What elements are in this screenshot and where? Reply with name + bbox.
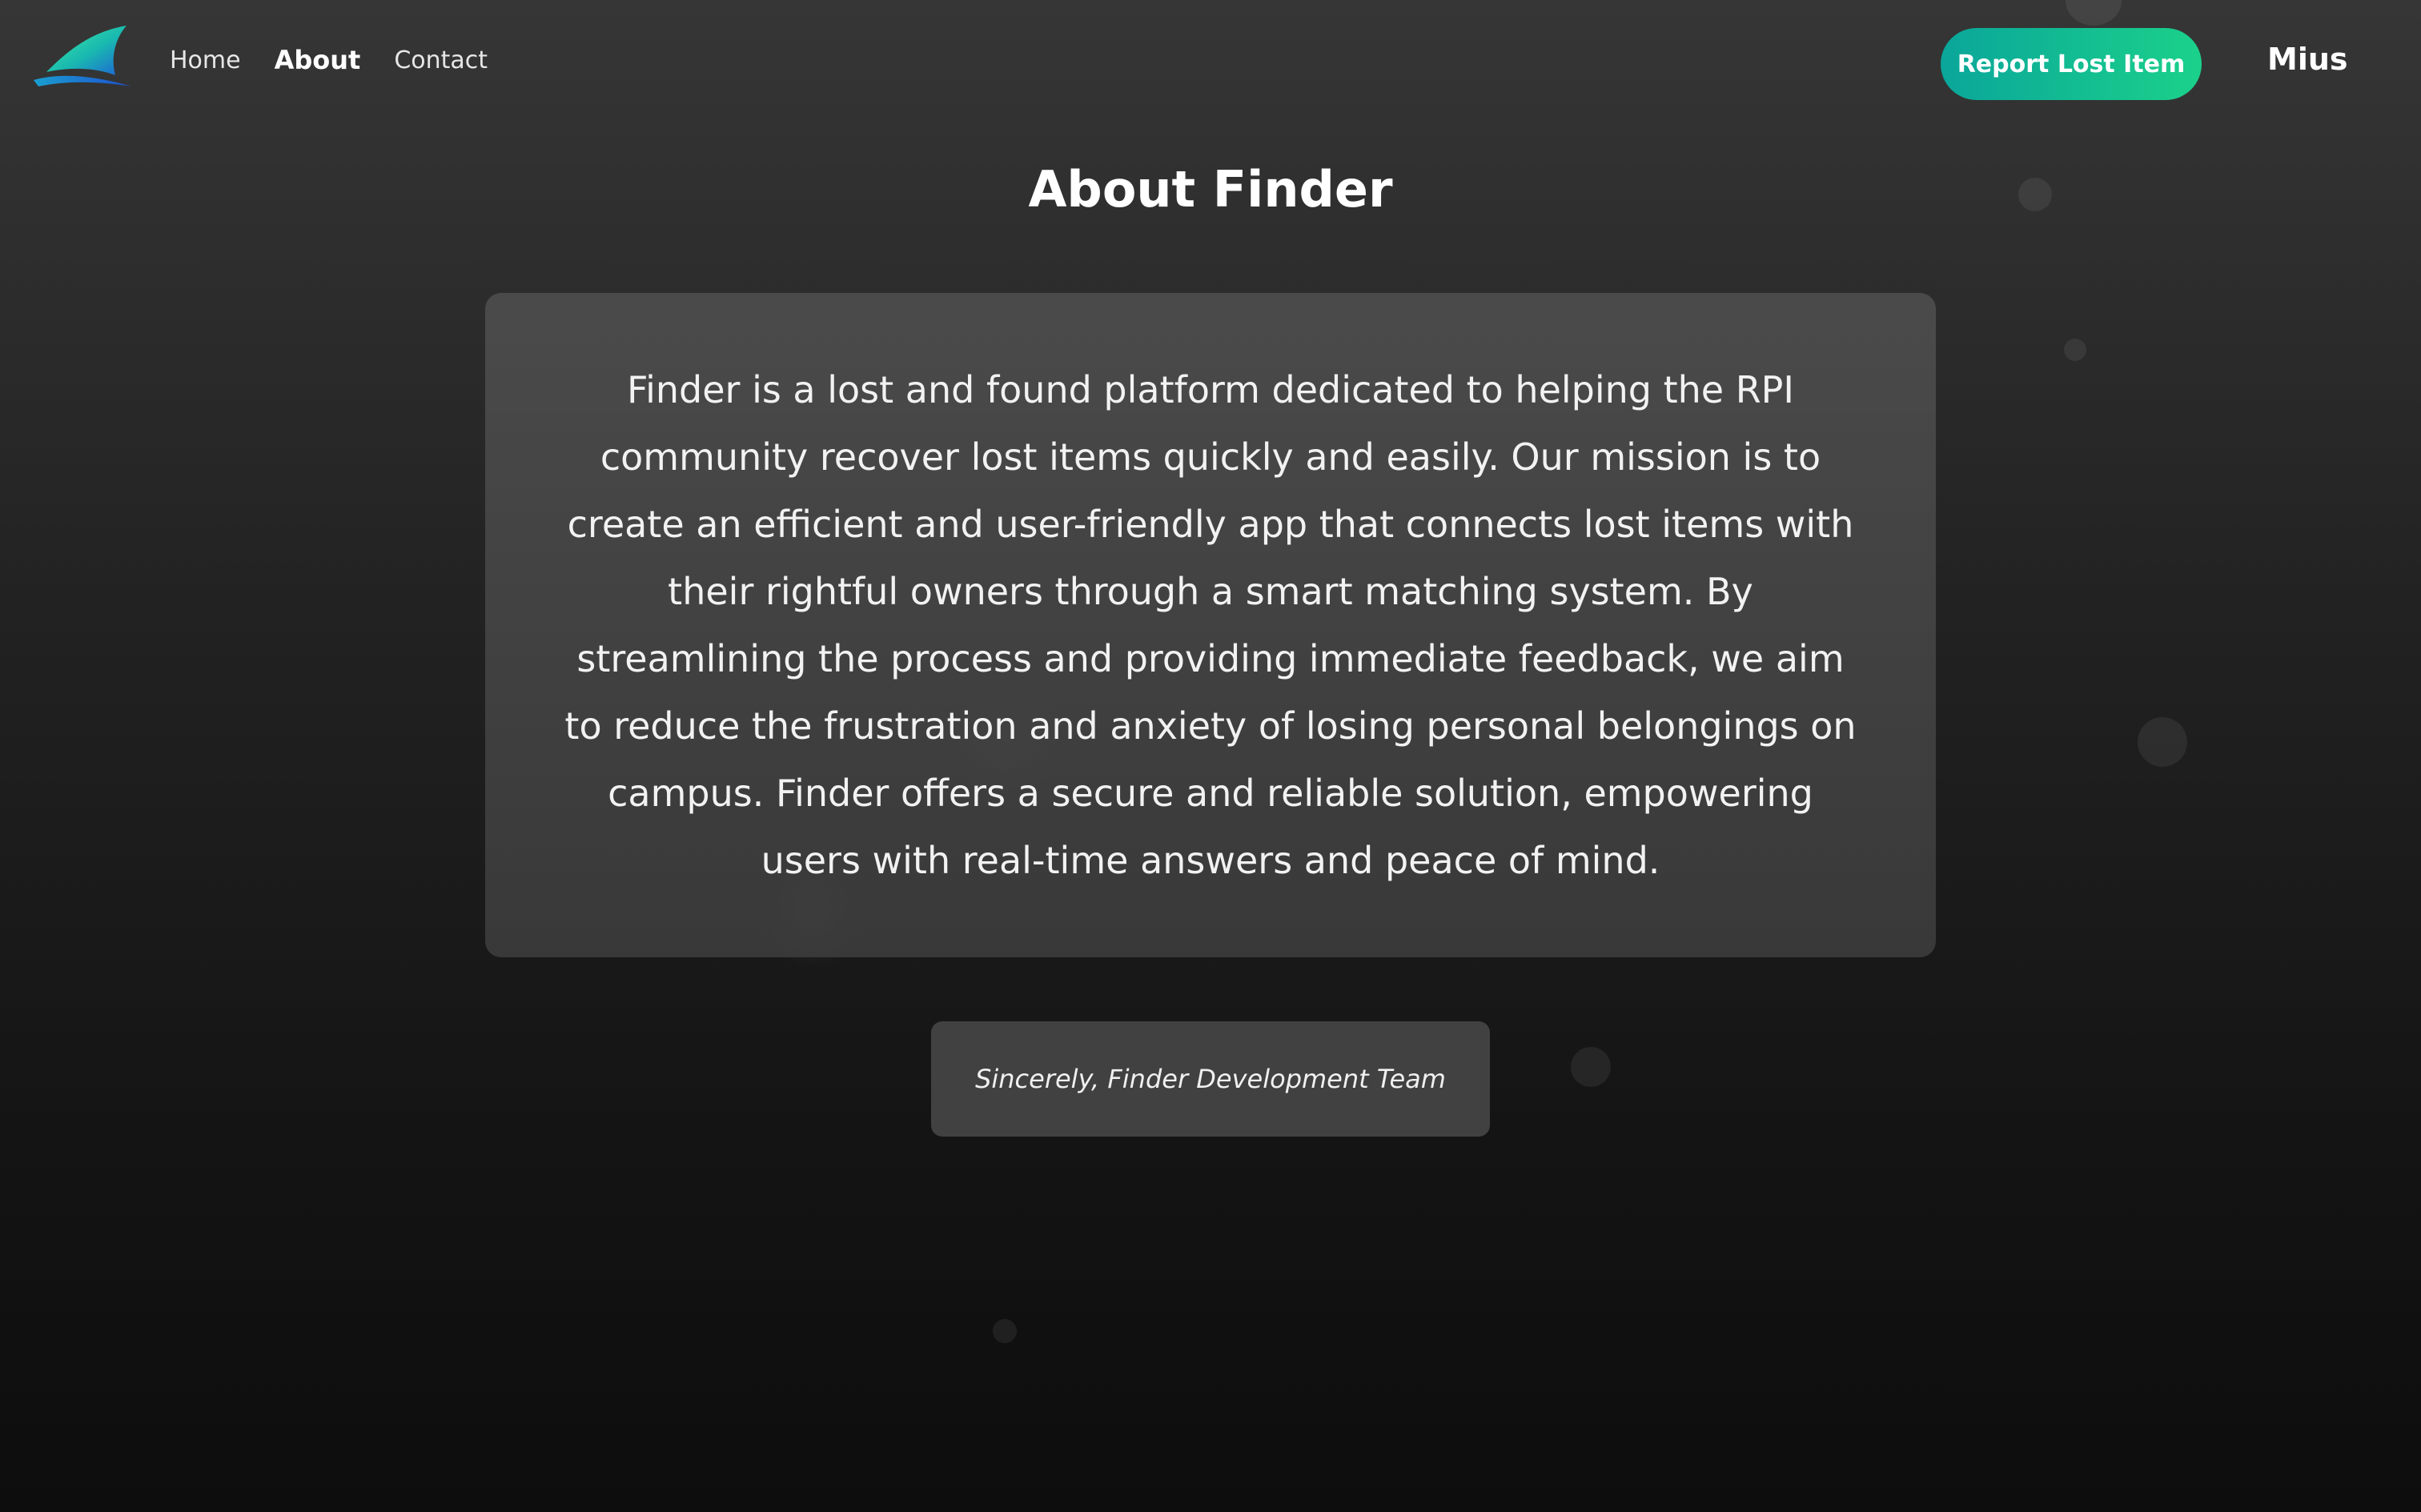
background-bubble (2064, 339, 2086, 361)
signature-text: Sincerely, Finder Development Team (975, 1064, 1446, 1094)
page-title: About Finder (1028, 160, 1393, 219)
background-bubble (2138, 717, 2187, 767)
background-bubble (993, 1319, 1017, 1343)
nav-link-about[interactable]: About (275, 45, 361, 75)
about-card: Finder is a lost and found platform dedi… (485, 293, 1936, 957)
nav-link-home[interactable]: Home (170, 46, 241, 74)
background-bubble (1571, 1047, 1611, 1087)
about-description: Finder is a lost and found platform dedi… (564, 368, 1857, 882)
nav-links: Home About Contact (170, 45, 488, 75)
shark-fin-logo-icon[interactable] (32, 22, 136, 93)
signature-box: Sincerely, Finder Development Team (931, 1021, 1490, 1137)
user-name[interactable]: Mius (2267, 42, 2348, 77)
navbar: Home About Contact Report Lost Item Mius (0, 0, 2421, 125)
report-lost-item-button[interactable]: Report Lost Item (1941, 28, 2202, 100)
nav-link-contact[interactable]: Contact (394, 46, 488, 74)
